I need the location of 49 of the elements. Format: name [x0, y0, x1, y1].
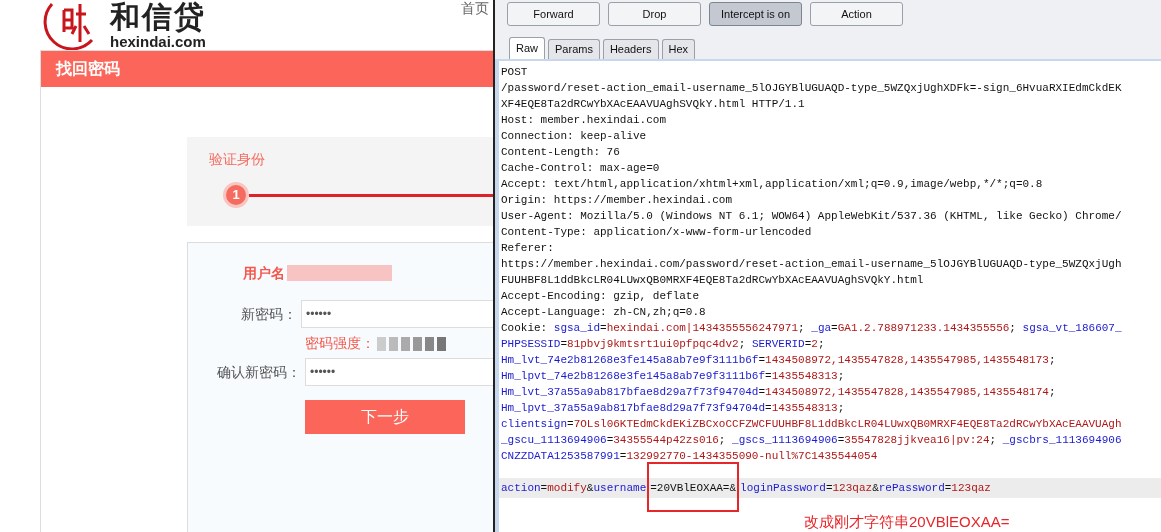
- request-line: Origin: https://member.hexindai.com: [500, 193, 734, 208]
- confirm-password-label: 确认新密码：: [216, 362, 302, 382]
- strength-label: 密码强度：: [305, 334, 375, 353]
- editor-tab[interactable]: Headers: [602, 39, 659, 59]
- request-line: Cache-Control: max-age=0: [500, 161, 661, 176]
- request-line: FUUHBF8L1ddBkcLR04LUwxQB0MRXF4EQE8Ta2dRCwYbXAcEAAVUAghSVQkY.html: [500, 273, 925, 288]
- request-text: =20VBlEOXAA=&: [650, 482, 737, 494]
- request-line: Hm_lvt_37a55a9ab817bfae8d29a7f73f94704d=1434508972,1435547828,1435547985,1435548174;: [500, 385, 1057, 400]
- strength-meter-icon: [377, 336, 447, 351]
- home-link[interactable]: 首页: [461, 0, 489, 16]
- confirm-password-field[interactable]: ••••••: [305, 358, 493, 386]
- request-line: Cookie: sgsa_id=hexindai.com|1434355556247971; _ga=GA1.2.788971233.1434355556; sgsa_vt_186607_: [500, 321, 1123, 336]
- annotation-text: 改成刚才字符串20VBlEOXAA=: [804, 514, 1010, 530]
- request-line: _gscu_1113694906=34355544p42zs016; _gscs_1113694906=35547828jjkvea16|pv:24; _gscbrs_1113694906: [500, 433, 1123, 448]
- request-line: Accept-Language: zh-CN,zh;q=0.8: [500, 305, 707, 320]
- proxy-button[interactable]: Intercept is on: [709, 2, 802, 26]
- new-password-label: 新密码：: [240, 304, 298, 324]
- request-line: POST: [500, 65, 529, 80]
- proxy-button[interactable]: Action: [810, 2, 903, 26]
- request-line: CNZZDATA1253587991=132992770-1434355090-null%7C1435544054: [500, 449, 879, 464]
- request-line: Referer:: [500, 241, 555, 256]
- request-line: Content-Type: application/x-www-form-urlencoded: [500, 225, 813, 240]
- request-editor[interactable]: [495, 59, 1161, 532]
- username-label: 用户名: [242, 263, 285, 283]
- new-password-field[interactable]: ••••••: [301, 300, 493, 328]
- request-line: Hm_lpvt_37a55a9ab817bfae8d29a7f73f94704d=1435548313;: [500, 401, 846, 416]
- request-line: https://member.hexindai.com/password/reset-action_email-username_5lOJGYBlUGUAQD-type_5WZQxjUgh: [500, 257, 1123, 272]
- request-line: Content-Length: 76: [500, 145, 621, 160]
- logo-wordmark: 和信贷: [110, 2, 206, 32]
- proxy-button[interactable]: Drop: [608, 2, 701, 26]
- editor-tab[interactable]: Raw: [509, 37, 545, 59]
- panel-title: 找回密码: [56, 59, 120, 79]
- request-line: /password/reset-action_email-username_5lOJGYBlUGUAQD-type_5WZQxjUghXDFk=-sign_6HvuaRXIEdmCkdEK: [500, 81, 1123, 96]
- logo-domain: hexindai.com: [110, 34, 206, 49]
- request-line: Hm_lvt_74e2b81268e3fe145a8ab7e9f3111b6f=1434508972,1435547828,1435547985,1435548173;: [500, 353, 1057, 368]
- request-line: User-Agent: Mozilla/5.0 (Windows NT 6.1; WOW64) AppleWebKit/537.36 (KHTML, like Gecko) Chrome/: [500, 209, 1123, 224]
- editor-tab[interactable]: Hex: [661, 39, 696, 59]
- request-line: Hm_lpvt_74e2b81268e3fe145a8ab7e9f3111b6f=1435548313;: [500, 369, 846, 384]
- editor-tab[interactable]: Params: [548, 39, 600, 59]
- request-line: PHPSESSID=81pbvj9kmtsrt1ui0pfpqc4dv2; SERVERID=2;: [500, 337, 826, 352]
- step-number: 1: [223, 182, 249, 208]
- step-label: 验证身份: [209, 150, 266, 169]
- request-line: Accept: text/html,application/xhtml+xml,application/xml;q=0.9,image/webp,*/*;q=0.8: [500, 177, 1044, 192]
- proxy-button[interactable]: Forward: [507, 2, 600, 26]
- request-line: XF4EQE8Ta2dRCwYbXAcEAAVUAghSVQkY.html HTTP/1.1: [500, 97, 806, 112]
- request-line: clientsign=7OLsl06KTEdmCkdEKiZBCxoCCFZWCFUUHBF8L1ddBkcLR04LUwxQB0MRXF4EQE8Ta2dRCwYbXAcEAAVUAgh: [500, 417, 1123, 432]
- request-line: Host: member.hexindai.com: [500, 113, 668, 128]
- request-line: Accept-Encoding: gzip, deflate: [500, 289, 701, 304]
- request-line: Connection: keep-alive: [500, 129, 648, 144]
